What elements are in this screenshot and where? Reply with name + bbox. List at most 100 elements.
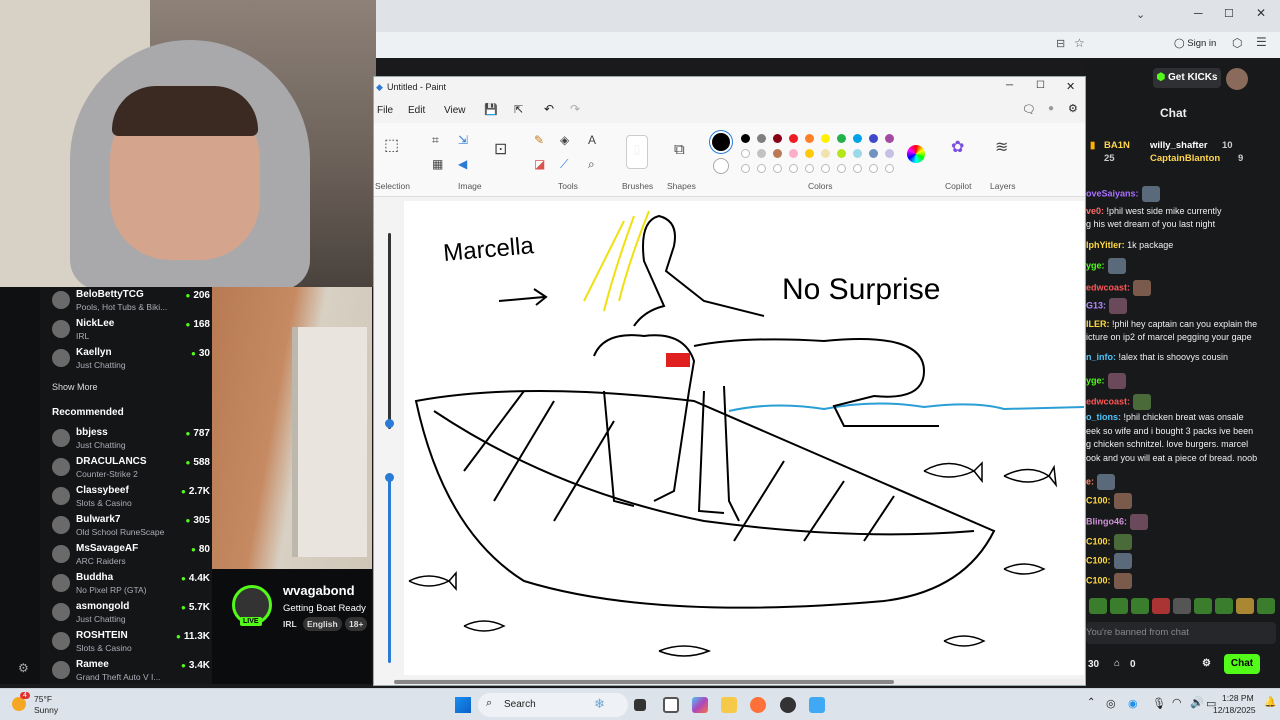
wifi-icon[interactable]: ◠	[1172, 696, 1182, 709]
chat-username[interactable]: yge:	[1086, 260, 1105, 270]
layers-icon[interactable]: ≋	[995, 140, 1008, 156]
slider-thumb[interactable]	[385, 419, 394, 428]
select-all-icon[interactable]: ▦	[432, 157, 443, 171]
eraser-icon[interactable]: ◪	[534, 157, 545, 171]
color-swatch[interactable]	[741, 134, 750, 143]
volume-icon[interactable]: 🔊	[1190, 696, 1204, 709]
color-swatch[interactable]	[805, 164, 814, 173]
notification-icon[interactable]: 🔔	[1264, 697, 1276, 708]
sidebar-channel[interactable]: DRACULANCS Counter-Strike 2 588	[50, 454, 210, 480]
leaderboard-name[interactable]: CaptainBlanton	[1150, 153, 1220, 164]
sidebar-channel[interactable]: Kaellyn Just Chatting 30	[50, 345, 210, 371]
drawing-canvas[interactable]: Marcella No Surprise	[404, 201, 1085, 675]
save-icon[interactable]: 💾	[484, 103, 498, 116]
color-swatch[interactable]	[789, 164, 798, 173]
tray-app-icon[interactable]: ◎	[1106, 697, 1116, 710]
file-explorer-icon[interactable]	[721, 697, 737, 713]
paint-close-button[interactable]: ✕	[1066, 80, 1075, 93]
sidebar-channel[interactable]: bbjess Just Chatting 787	[50, 425, 210, 451]
color-swatch[interactable]	[773, 164, 782, 173]
tray-chevron-icon[interactable]: ⌃	[1087, 697, 1095, 708]
task-view-icon[interactable]	[634, 699, 646, 711]
color-swatch[interactable]	[853, 149, 862, 158]
tray-edge-icon[interactable]: ◉	[1128, 697, 1138, 710]
chat-username[interactable]: C100:	[1086, 495, 1111, 505]
chat-username[interactable]: Blingo46:	[1086, 516, 1127, 526]
color-swatch[interactable]	[773, 149, 782, 158]
brushes-button[interactable]: ▯	[626, 135, 648, 169]
chat-username[interactable]: e:	[1086, 476, 1094, 486]
color-swatch[interactable]	[869, 149, 878, 158]
chat-username[interactable]: G13:	[1086, 300, 1106, 310]
weather-widget[interactable]: 4 75°F Sunny	[10, 692, 80, 717]
horizontal-scrollbar[interactable]	[394, 679, 1084, 685]
color-swatch[interactable]	[869, 134, 878, 143]
secondary-color[interactable]	[713, 158, 729, 174]
chat-username[interactable]: o_tions:	[1086, 412, 1121, 422]
color-swatch[interactable]	[805, 149, 814, 158]
chat-username[interactable]: C100:	[1086, 575, 1111, 585]
color-swatch[interactable]	[757, 149, 766, 158]
color-swatch[interactable]	[805, 134, 814, 143]
notepad-icon[interactable]	[663, 697, 679, 713]
chat-username[interactable]: n_info:	[1086, 352, 1116, 362]
microphone-icon[interactable]: 🎙	[1152, 697, 1166, 710]
taskbar-search[interactable]: ⌕ Search ❄	[478, 693, 628, 717]
resize-icon[interactable]: ⇲	[458, 133, 468, 147]
get-kicks-button[interactable]: ⬢ Get KICKs	[1153, 68, 1221, 88]
tag-english[interactable]: English	[303, 617, 342, 631]
sidebar-channel[interactable]: ROSHTEIN Slots & Casino 11.3K	[50, 628, 210, 654]
color-swatch[interactable]	[741, 149, 750, 158]
gift-icon[interactable]: ⌂	[1114, 658, 1120, 669]
paint-maximize-button[interactable]: ☐	[1036, 80, 1045, 91]
clock-time[interactable]: 1:28 PM	[1222, 693, 1254, 703]
sidebar-channel[interactable]: Classybeef Slots & Casino 2.7K	[50, 483, 210, 509]
color-swatch[interactable]	[821, 164, 830, 173]
rotate-icon[interactable]: ◀	[458, 157, 467, 171]
pencil-icon[interactable]: ✎	[534, 133, 544, 147]
leaderboard-name[interactable]: BA1N	[1104, 140, 1130, 151]
sidebar-channel[interactable]: Bulwark7 Old School RuneScape 305	[50, 512, 210, 538]
tab-list-icon[interactable]: ⌄	[1136, 8, 1145, 21]
color-swatch[interactable]	[837, 164, 846, 173]
chat-username[interactable]: lphYitler:	[1086, 240, 1125, 250]
color-swatch[interactable]	[869, 164, 878, 173]
fill-icon[interactable]: ◈	[560, 133, 569, 147]
edit-colors-button[interactable]	[907, 145, 925, 163]
select-icon[interactable]: ⬚	[384, 138, 399, 154]
obs-icon[interactable]	[780, 697, 796, 713]
stream-preview[interactable]	[212, 287, 372, 569]
channel-name[interactable]: wvagabond	[283, 583, 355, 598]
share-icon[interactable]: ⇱	[514, 103, 523, 116]
extensions-icon[interactable]: ⬡	[1232, 36, 1242, 50]
chat-username[interactable]: yge:	[1086, 375, 1105, 385]
color-swatch[interactable]	[885, 134, 894, 143]
color-picker-icon[interactable]: ⟋	[560, 157, 568, 171]
comment-icon[interactable]: 🗨	[1022, 103, 1036, 116]
menu-edit[interactable]: Edit	[408, 105, 425, 116]
start-icon[interactable]	[455, 697, 471, 713]
paint-taskbar-icon[interactable]	[809, 697, 825, 713]
chat-send-button[interactable]: Chat	[1224, 654, 1260, 674]
color-swatch[interactable]	[821, 134, 830, 143]
redo-icon[interactable]: ↷	[570, 102, 580, 116]
show-more-link[interactable]: Show More	[52, 382, 98, 392]
paint-settings-icon[interactable]: ⚙	[1068, 102, 1078, 115]
maximize-button[interactable]: ☐	[1224, 7, 1234, 20]
leaderboard-name[interactable]: willy_shafter	[1150, 140, 1208, 151]
color-swatch[interactable]	[757, 134, 766, 143]
user-avatar[interactable]	[1226, 68, 1248, 90]
shapes-icon[interactable]: ⧉	[674, 142, 685, 157]
screenshot-icon[interactable]: ⊟	[1056, 37, 1065, 50]
tag-irl[interactable]: IRL	[283, 619, 297, 629]
copilot-taskbar-icon[interactable]	[692, 697, 708, 713]
minimize-button[interactable]: ─	[1194, 6, 1203, 20]
menu-view[interactable]: View	[444, 105, 466, 116]
close-button[interactable]: ✕	[1256, 6, 1266, 20]
chat-username[interactable]: C100:	[1086, 536, 1111, 546]
settings-gear-icon[interactable]: ⚙	[1202, 658, 1211, 669]
zoom-slider[interactable]	[378, 217, 400, 677]
color-swatch[interactable]	[885, 149, 894, 158]
menu-file[interactable]: File	[377, 105, 393, 116]
sidebar-channel[interactable]: Buddha No Pixel RP (GTA) 4.4K	[50, 570, 210, 596]
